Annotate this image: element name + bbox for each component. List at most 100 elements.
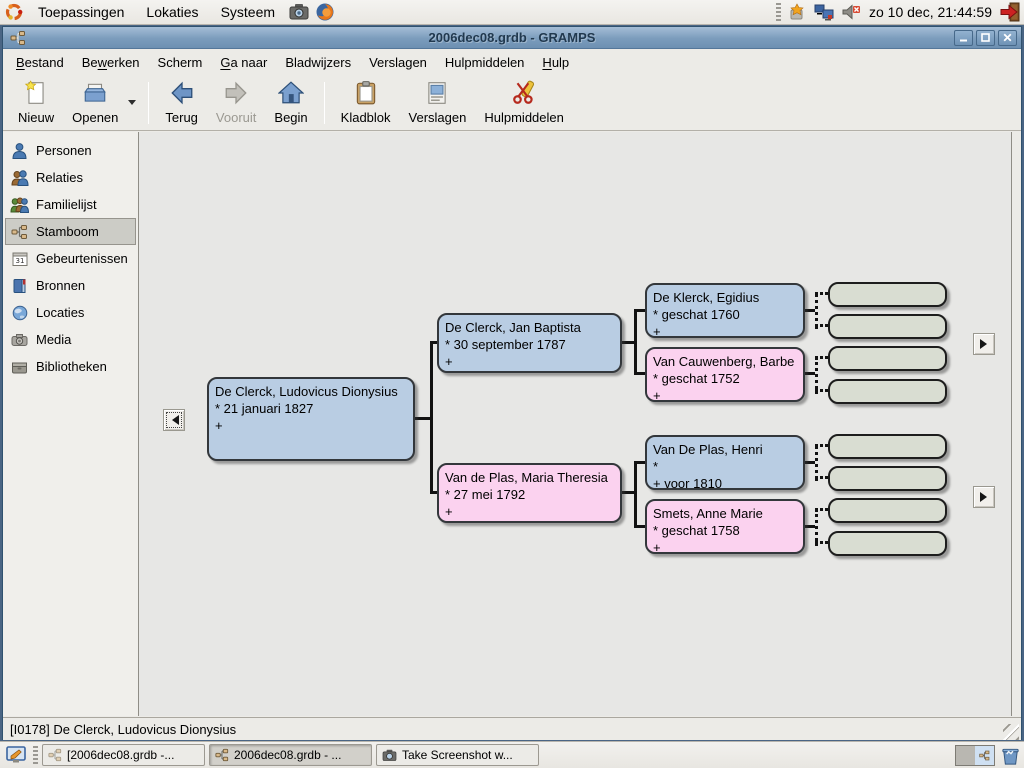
tree-connector bbox=[634, 461, 645, 464]
tree-connector bbox=[634, 461, 637, 528]
person-death: + bbox=[445, 353, 614, 370]
person-box-paternal-grandmother[interactable]: Van Cauwenberg, Barbe * geschat 1752 + bbox=[645, 347, 805, 402]
person-death: + voor 1810 bbox=[653, 475, 797, 490]
clipboard-icon bbox=[353, 80, 379, 109]
empty-person-box bbox=[828, 346, 947, 371]
panel-menu-system[interactable]: Systeem bbox=[212, 2, 284, 22]
empty-person-box bbox=[828, 314, 947, 339]
tree-connector-dotted bbox=[815, 476, 828, 479]
tree-connector bbox=[805, 372, 815, 375]
toolbar: Nieuw Openen bbox=[3, 75, 1021, 131]
menu-bladwijzers[interactable]: Bladwijzers bbox=[276, 51, 360, 74]
sidebar-item-locaties[interactable]: Locaties bbox=[5, 299, 136, 326]
titlebar[interactable]: 2006dec08.grdb - GRAMPS bbox=[3, 27, 1021, 49]
workspace-2-active[interactable] bbox=[975, 746, 994, 765]
taskbar-window-label: [2006dec08.grdb -... bbox=[67, 748, 174, 762]
pedigree-left-arrow-button[interactable] bbox=[163, 409, 185, 431]
person-box-maternal-grandmother[interactable]: Smets, Anne Marie * geschat 1758 + bbox=[645, 499, 805, 554]
person-icon bbox=[10, 142, 29, 160]
sidebar-item-familielijst[interactable]: Familielijst bbox=[5, 191, 136, 218]
tasklist-drag-handle[interactable] bbox=[33, 746, 38, 764]
menubar: Bestand Bewerken Scherm Ga naar Bladwijz… bbox=[3, 49, 1021, 75]
taskbar-window-screenshot[interactable]: Take Screenshot w... bbox=[376, 744, 539, 766]
empty-person-box bbox=[828, 531, 947, 556]
scratchpad-button-label: Kladblok bbox=[341, 111, 391, 125]
show-desktop-button[interactable] bbox=[3, 744, 29, 767]
taskbar-window-gramps-active[interactable]: 2006dec08.grdb - ... bbox=[209, 744, 372, 766]
sidebar-label: Familielijst bbox=[36, 197, 97, 212]
person-box-paternal-grandfather[interactable]: De Klerck, Egidius * geschat 1760 + bbox=[645, 283, 805, 338]
pedigree-right-arrow-button-top[interactable] bbox=[973, 333, 995, 355]
sidebar-item-gebeurtenissen[interactable]: 31 Gebeurtenissen bbox=[5, 245, 136, 272]
ubuntu-logo-icon[interactable] bbox=[3, 1, 25, 23]
menu-verslagen[interactable]: Verslagen bbox=[360, 51, 436, 74]
taskbar-window-label: 2006dec08.grdb - ... bbox=[234, 748, 341, 762]
home-icon bbox=[278, 80, 304, 109]
screenshot-camera-icon[interactable] bbox=[288, 1, 310, 23]
tools-scissors-icon bbox=[511, 80, 537, 109]
repositories-archive-icon bbox=[10, 358, 29, 376]
person-box-father[interactable]: De Clerck, Jan Baptista * 30 september 1… bbox=[437, 313, 622, 373]
firefox-icon[interactable] bbox=[314, 1, 336, 23]
menu-bewerken[interactable]: Bewerken bbox=[73, 51, 149, 74]
panel-menu-places[interactable]: Lokaties bbox=[137, 2, 207, 22]
workspace-1[interactable] bbox=[956, 746, 975, 765]
open-dropdown-button[interactable] bbox=[127, 75, 141, 130]
volume-muted-icon[interactable] bbox=[840, 1, 862, 23]
sidebar-item-relaties[interactable]: Relaties bbox=[5, 164, 136, 191]
menu-hulp[interactable]: Hulp bbox=[533, 51, 578, 74]
person-name: Smets, Anne Marie bbox=[653, 505, 797, 522]
status-text: [I0178] De Clerck, Ludovicus Dionysius bbox=[3, 722, 236, 737]
person-box-mother[interactable]: Van de Plas, Maria Theresia * 27 mei 179… bbox=[437, 463, 622, 523]
statusbar: [I0178] De Clerck, Ludovicus Dionysius bbox=[3, 717, 1021, 740]
empty-person-box bbox=[828, 379, 947, 404]
events-calendar-icon: 31 bbox=[10, 250, 29, 268]
update-notifier-icon[interactable] bbox=[786, 1, 808, 23]
open-button-label: Openen bbox=[72, 111, 118, 125]
back-button[interactable]: Terug bbox=[156, 77, 207, 129]
trash-icon[interactable] bbox=[999, 744, 1021, 766]
forward-arrow-icon bbox=[223, 80, 249, 109]
pedigree-right-arrow-button-bottom[interactable] bbox=[973, 486, 995, 508]
reports-button[interactable]: Verslagen bbox=[400, 77, 476, 129]
chevron-down-icon bbox=[128, 100, 136, 109]
network-icon[interactable] bbox=[813, 1, 835, 23]
menu-bestand[interactable]: Bestand bbox=[7, 51, 73, 74]
window-title: 2006dec08.grdb - GRAMPS bbox=[3, 30, 1021, 45]
tools-button[interactable]: Hulpmiddelen bbox=[475, 77, 573, 129]
menu-ga-naar[interactable]: Ga naar bbox=[211, 51, 276, 74]
report-icon bbox=[424, 80, 450, 109]
tray-drag-handle[interactable] bbox=[776, 3, 781, 21]
right-triangle-icon bbox=[980, 339, 992, 349]
sidebar-item-bibliotheken[interactable]: Bibliotheken bbox=[5, 353, 136, 380]
sidebar: Personen Relaties bbox=[3, 132, 139, 716]
open-button[interactable]: Openen bbox=[63, 77, 127, 129]
maximize-button[interactable] bbox=[976, 30, 995, 46]
person-box-maternal-grandfather[interactable]: Van De Plas, Henri * + voor 1810 bbox=[645, 435, 805, 490]
menu-scherm[interactable]: Scherm bbox=[149, 51, 212, 74]
close-button[interactable] bbox=[998, 30, 1017, 46]
resize-grip[interactable] bbox=[1003, 724, 1019, 740]
scratchpad-button[interactable]: Kladblok bbox=[332, 77, 400, 129]
sidebar-item-bronnen[interactable]: Bronnen bbox=[5, 272, 136, 299]
new-button[interactable]: Nieuw bbox=[9, 77, 63, 129]
panel-clock[interactable]: zo 10 dec, 21:44:59 bbox=[867, 4, 994, 20]
home-button[interactable]: Begin bbox=[265, 77, 316, 129]
logout-icon[interactable] bbox=[999, 1, 1021, 23]
sidebar-item-media[interactable]: Media bbox=[5, 326, 136, 353]
sidebar-label: Personen bbox=[36, 143, 92, 158]
person-birth: * 27 mei 1792 bbox=[445, 486, 614, 503]
panel-menu-applications[interactable]: Toepassingen bbox=[29, 2, 133, 22]
tree-connector bbox=[430, 341, 433, 494]
sidebar-item-stamboom[interactable]: Stamboom bbox=[5, 218, 136, 245]
home-button-label: Begin bbox=[274, 111, 307, 125]
person-box-root[interactable]: De Clerck, Ludovicus Dionysius * 21 janu… bbox=[207, 377, 415, 461]
menu-hulpmiddelen[interactable]: Hulpmiddelen bbox=[436, 51, 534, 74]
taskbar-window-label: Take Screenshot w... bbox=[402, 748, 513, 762]
sidebar-item-personen[interactable]: Personen bbox=[5, 137, 136, 164]
forward-button[interactable]: Vooruit bbox=[207, 77, 265, 129]
minimize-button[interactable] bbox=[954, 30, 973, 46]
taskbar-window-gramps-minimized[interactable]: [2006dec08.grdb -... bbox=[42, 744, 205, 766]
person-birth: * geschat 1752 bbox=[653, 370, 797, 387]
gramps-window: 2006dec08.grdb - GRAMPS Bestand Bewerken… bbox=[2, 26, 1022, 740]
